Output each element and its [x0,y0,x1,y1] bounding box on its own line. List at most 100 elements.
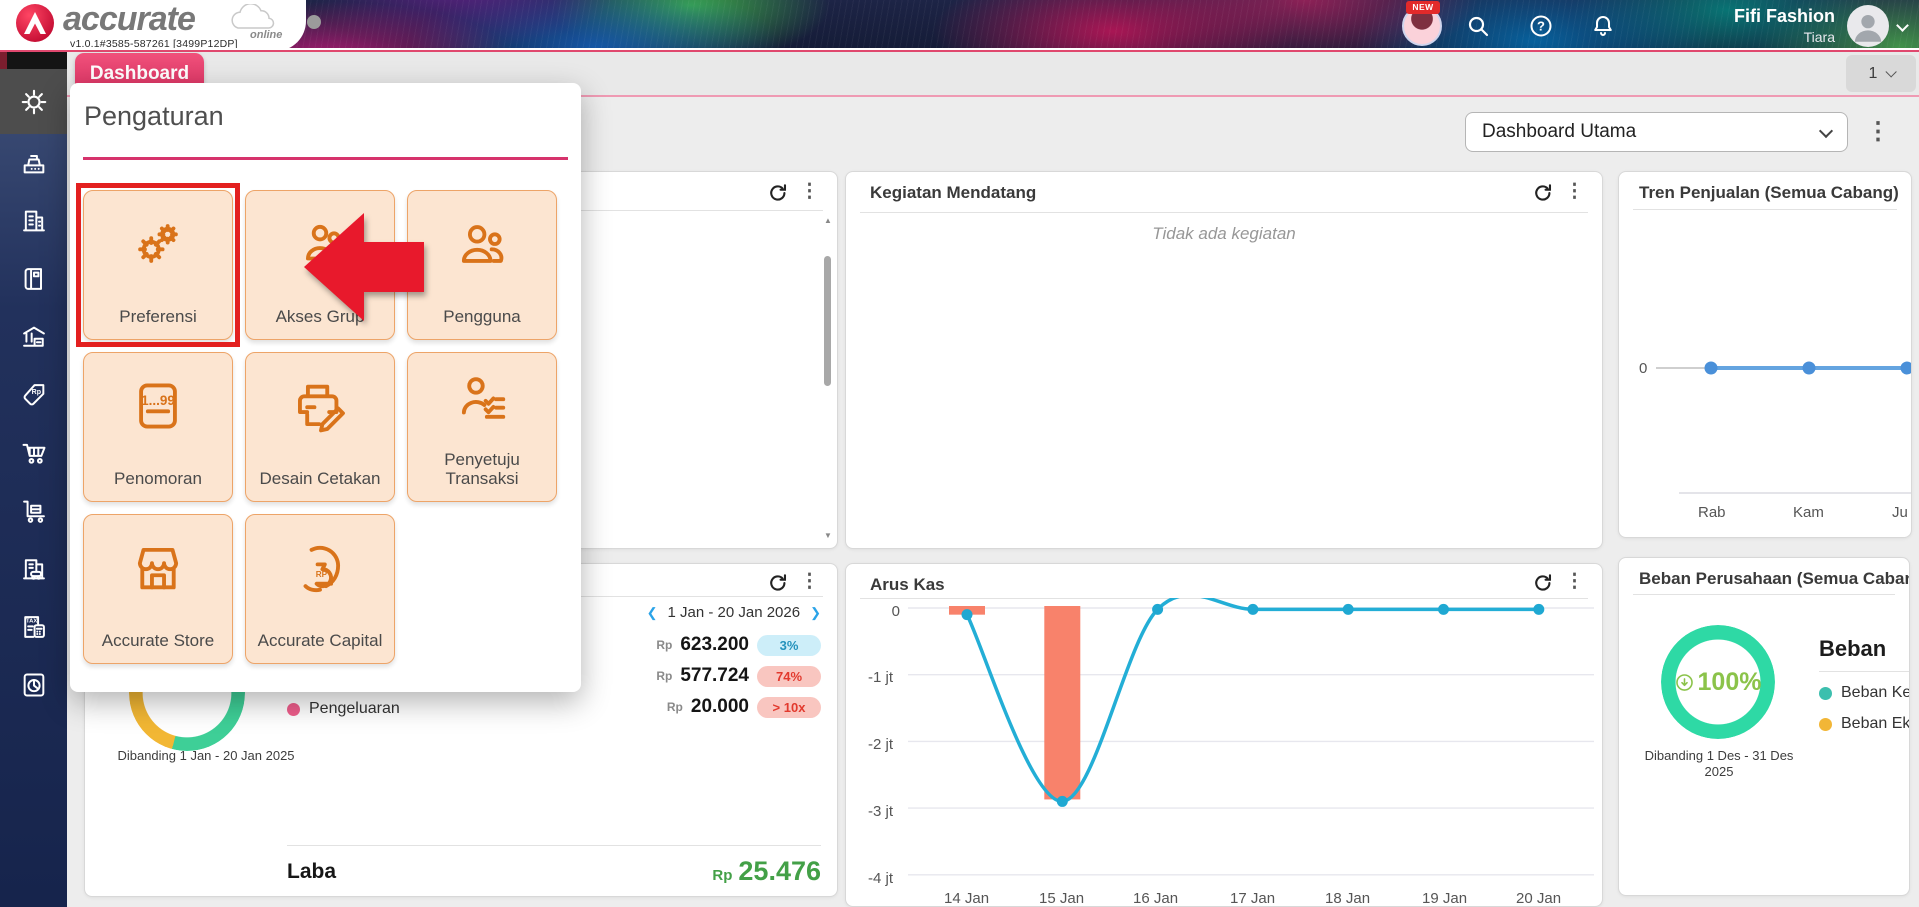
refresh-icon[interactable] [1532,182,1554,204]
tile-label: Desain Cetakan [250,469,390,489]
widget-beban-perusahaan: Beban Perusahaan (Semua Cabang) 100% Dib… [1618,557,1910,896]
logo-online-label: online [250,29,282,41]
y-tick: 0 [892,603,900,620]
value-row: Rp 623.200 3% [656,634,821,656]
x-tick: Ju [1892,504,1908,521]
tile-label: Preferensi [88,307,228,327]
x-tick: 20 Jan [1516,890,1561,907]
date-next-icon[interactable]: ❯ [810,605,821,621]
notifications-bell-icon[interactable] [1591,14,1615,38]
dashboard-kebab-menu[interactable]: ⋮ [1866,117,1890,146]
sidebar-item-report-pie-icon[interactable] [0,656,67,714]
storefront-icon [129,539,187,597]
tile-label: Penyetuju Transaksi [412,450,552,489]
x-tick: Kam [1793,504,1824,521]
accurate-logo-icon[interactable] [16,4,54,42]
tutorial-arrow-left-icon [300,205,428,333]
sidebar-item-cash-register-icon[interactable] [0,134,67,192]
y-tick: -3 jt [868,803,893,820]
widget-title: Tren Penjualan (Semua Cabang) [1639,183,1899,203]
yellow-dot-icon [1819,718,1832,731]
laba-label: Laba [287,860,336,884]
x-tick: 15 Jan [1039,890,1084,907]
account-chevron-down-icon[interactable] [1896,19,1909,32]
widget-kebab-icon[interactable]: ⋮ [1565,182,1584,202]
legend-item-expense[interactable]: Pengeluaran [287,700,400,718]
scrollbar[interactable]: ▲ ▼ [823,216,833,540]
sidebar-item-settings-gear-icon[interactable] [0,69,67,134]
empty-state-text: Tidak ada kegiatan [846,224,1602,244]
user-avatar[interactable] [1847,5,1889,47]
expense-dot-icon [287,703,300,716]
refresh-icon[interactable] [767,572,789,594]
svg-text:TAX: TAX [26,619,37,625]
sidebar-maroon-edge [0,52,7,70]
counter-chevron-down-icon [1886,66,1897,77]
beban-percent: 100% [1698,668,1762,697]
beban-legend-title: Beban [1819,636,1886,662]
svg-text:?: ? [1537,19,1545,34]
amount-value: 577.724 [680,665,749,687]
dashboard-select-value: Dashboard Utama [1482,121,1636,142]
widget-kebab-icon[interactable]: ⋮ [800,572,819,592]
sidebar-item-sales-tag-rp-icon[interactable]: Rp [0,366,67,424]
search-icon[interactable] [1466,14,1490,38]
scroll-up-icon[interactable]: ▲ [824,216,832,225]
select-chevron-down-icon [1819,124,1833,138]
laba-value-group: Rp 25.476 [712,856,821,887]
refresh-icon[interactable] [767,182,789,204]
legend-item[interactable]: Beban Ek [1819,715,1910,733]
tab-dashboard-label: Dashboard [90,63,189,84]
settings-panel: Pengaturan Preferensi Akses Grup [70,83,581,692]
svg-text:1...99: 1...99 [141,393,175,408]
window-counter[interactable]: 1 [1846,55,1916,92]
tile-accurate-store[interactable]: Accurate Store [83,514,233,664]
legend-label: Beban Ke [1841,684,1910,702]
refresh-icon[interactable] [1532,572,1554,594]
date-range-label: 1 Jan - 20 Jan 2026 [667,604,800,621]
arus-kas-chart [846,598,1603,907]
dashboard-select[interactable]: Dashboard Utama [1465,112,1848,152]
tile-accurate-capital[interactable]: RP Accurate Capital [245,514,395,664]
sidebar-item-tax-document-icon[interactable]: TAX [0,598,67,656]
widget-tren-penjualan: Tren Penjualan (Semua Cabang) 0 Rab Kam … [1618,171,1912,538]
tile-desain-cetakan[interactable]: Desain Cetakan [245,352,395,502]
money-bag-person-icon: RP [291,539,349,597]
sidebar-item-inventory-trolley-icon[interactable] [0,482,67,540]
value-row: Rp 20.000 > 10x [667,696,821,718]
tile-preferensi[interactable]: Preferensi [83,190,233,340]
sidebar-item-journal-book-icon[interactable] [0,250,67,308]
help-icon[interactable]: ? [1529,14,1553,38]
date-range-nav: ❮ 1 Jan - 20 Jan 2026 ❯ [647,604,821,621]
legend-label: Beban Ek [1841,715,1910,733]
widget-kebab-icon[interactable]: ⋮ [1565,572,1584,592]
sidebar-item-fixed-asset-icon[interactable] [0,540,67,598]
logo-wordmark: accurate [63,0,195,39]
widget-title: Beban Perusahaan (Semua Cabang) [1639,569,1910,589]
date-prev-icon[interactable]: ❮ [647,605,658,621]
legend-label: Pengeluaran [309,700,400,718]
scroll-down-icon[interactable]: ▼ [824,531,832,540]
numbering-icon: 1...99 [129,377,187,435]
currency-label: Rp [656,638,672,652]
tile-pengguna[interactable]: Pengguna [407,190,557,340]
x-tick: 19 Jan [1422,890,1467,907]
tile-penyetuju-transaksi[interactable]: Penyetuju Transaksi [407,352,557,502]
sidebar-item-company-building-icon[interactable] [0,192,67,250]
beban-donut-center: 100% [1661,625,1775,739]
tile-penomoran[interactable]: 1...99 Penomoran [83,352,233,502]
scroll-thumb[interactable] [824,256,831,386]
sidebar-top-strip [0,52,67,69]
y-tick: -4 jt [868,870,893,887]
tile-label: Penomoran [88,469,228,489]
sidebar-item-purchase-cart-icon[interactable] [0,424,67,482]
legend-item[interactable]: Beban Ke [1819,684,1910,702]
widget-kebab-icon[interactable]: ⋮ [800,182,819,202]
users-icon [453,215,511,273]
sidebar-nav: Rp TAX [0,52,67,907]
account-block[interactable]: Fifi Fashion Tiara [1650,4,1835,46]
laba-value: 25.476 [738,856,821,887]
user-name: Tiara [1650,28,1835,46]
sidebar-item-bank-cash-icon[interactable] [0,308,67,366]
compare-line1: Dibanding 1 Des - 31 Des [1631,748,1807,764]
